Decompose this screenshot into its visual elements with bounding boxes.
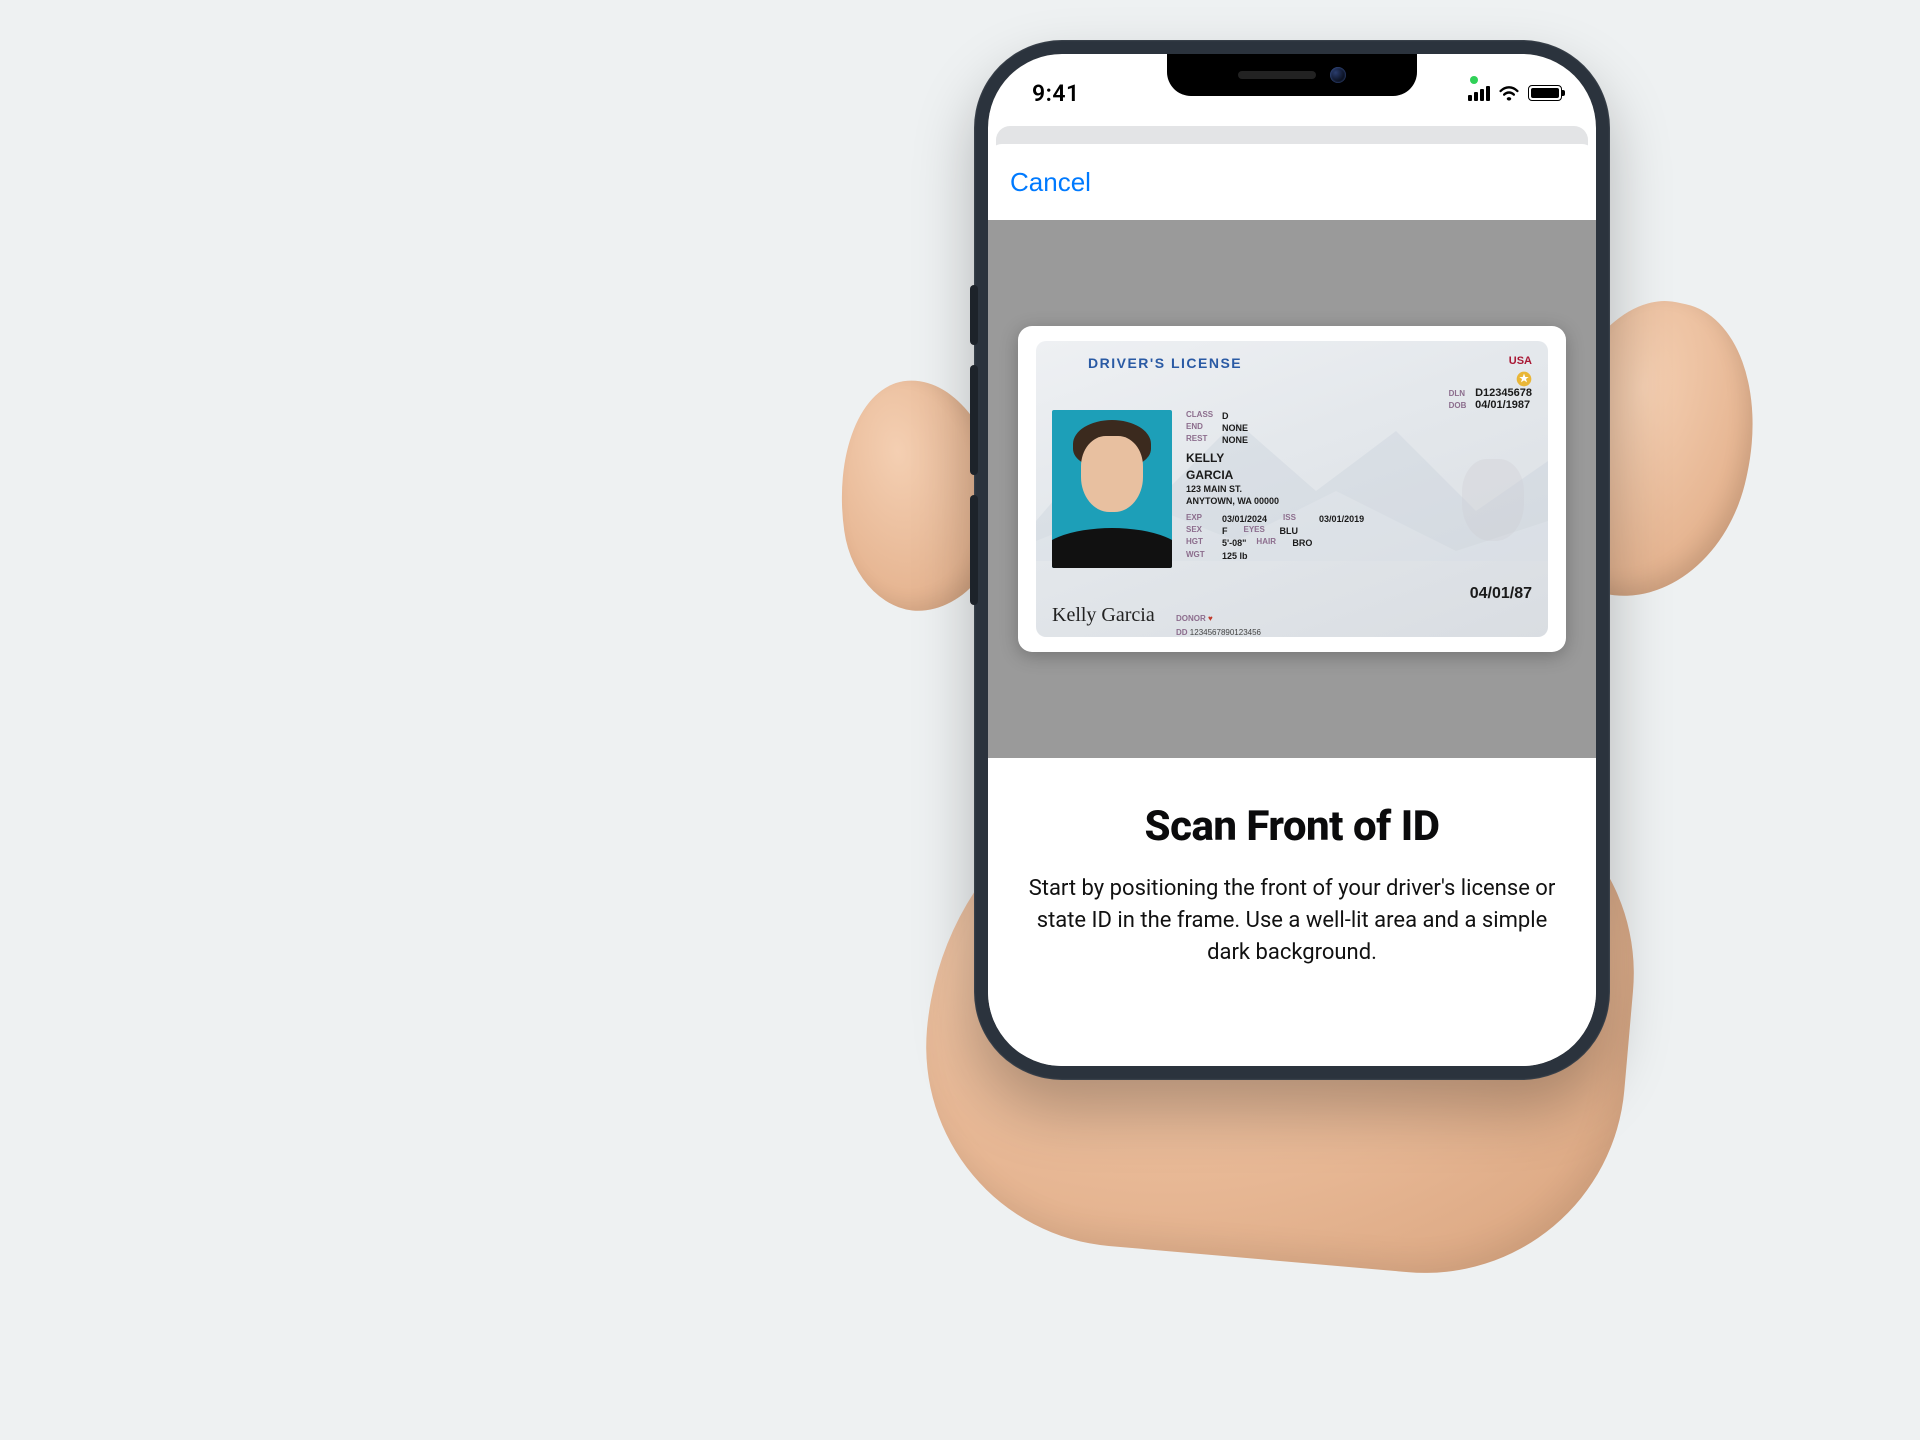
id-photo (1052, 410, 1172, 568)
id-firstname: GARCIA (1186, 467, 1532, 483)
id-rest-value: NONE (1222, 434, 1248, 446)
id-eyes-value: BLU (1280, 525, 1299, 537)
id-country: USA (1509, 355, 1532, 367)
status-time: 9:41 (1032, 80, 1080, 107)
camera-scan-viewport: DRIVER'S LICENSE USA (988, 220, 1596, 758)
id-eyes-label: EYES (1244, 525, 1276, 537)
id-address-line1: 123 MAIN ST. (1186, 483, 1532, 495)
id-sex-value: F (1222, 525, 1228, 537)
modal-header: Cancel (988, 144, 1596, 220)
id-dob-label: DOB (1449, 401, 1473, 410)
id-dd-label: DD (1176, 628, 1188, 637)
cellular-icon (1468, 85, 1490, 101)
id-iss-value: 03/01/2019 (1319, 513, 1364, 525)
id-wgt-label: WGT (1186, 550, 1218, 562)
instructions-panel: Scan Front of ID Start by positioning th… (988, 758, 1596, 1066)
id-exp-value: 03/01/2024 (1222, 513, 1267, 525)
id-dd-value: 1234567890123456 (1190, 628, 1261, 637)
real-id-star-icon (1516, 371, 1532, 387)
id-dln-value: D12345678 (1475, 387, 1532, 399)
battery-icon (1528, 85, 1562, 101)
wifi-icon (1498, 85, 1520, 101)
id-rest-label: REST (1186, 434, 1218, 446)
iphone-device-frame: 9:41 Cancel (974, 40, 1610, 1080)
id-address-line2: ANYTOWN, WA 00000 (1186, 495, 1532, 507)
id-signature: Kelly Garcia (1052, 604, 1155, 627)
id-iss-label: ISS (1283, 513, 1315, 525)
camera-active-indicator-icon (1470, 76, 1478, 84)
id-class-label: CLASS (1186, 410, 1218, 422)
background-sheet-hint (996, 126, 1588, 146)
screen: 9:41 Cancel (988, 54, 1596, 1066)
id-wgt-value: 125 lb (1222, 550, 1248, 562)
device-notch (1167, 54, 1417, 96)
id-lastname: KELLY (1186, 450, 1532, 466)
cancel-button[interactable]: Cancel (1010, 167, 1091, 198)
id-card-preview: DRIVER'S LICENSE USA (1036, 341, 1548, 637)
id-scan-frame: DRIVER'S LICENSE USA (1018, 326, 1566, 652)
id-big-date: 04/01/87 (1470, 585, 1532, 603)
id-dln-label: DLN (1449, 389, 1473, 398)
id-end-label: END (1186, 422, 1218, 434)
id-exp-label: EXP (1186, 513, 1218, 525)
id-sex-label: SEX (1186, 525, 1218, 537)
instructions-title: Scan Front of ID (1028, 802, 1556, 851)
id-hgt-value: 5'-08" (1222, 537, 1246, 549)
id-hair-label: HAIR (1256, 537, 1288, 549)
id-class-value: D (1222, 410, 1229, 422)
id-dob-value: 04/01/1987 (1475, 399, 1530, 411)
id-hgt-label: HGT (1186, 537, 1218, 549)
instructions-body: Start by positioning the front of your d… (1028, 873, 1556, 969)
id-title: DRIVER'S LICENSE (1088, 355, 1242, 371)
id-hair-value: BRO (1292, 537, 1312, 549)
id-end-value: NONE (1222, 422, 1248, 434)
